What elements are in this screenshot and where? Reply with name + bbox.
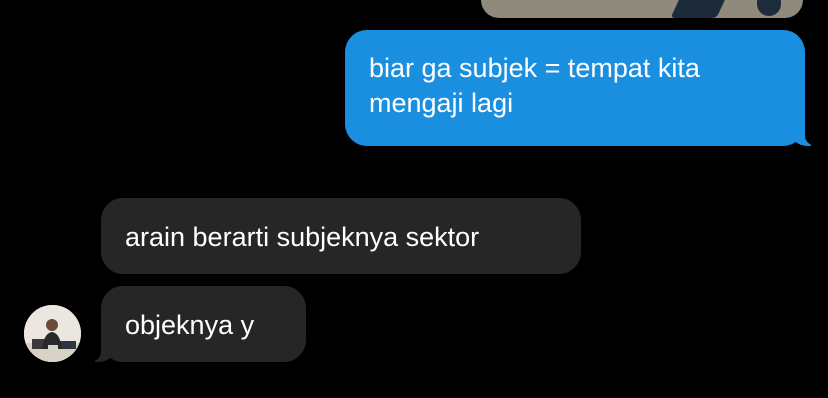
- message-text-line: biar ga subjek = tempat kita: [369, 53, 700, 83]
- incoming-message-bubble[interactable]: objeknya y: [83, 286, 306, 362]
- photo-content: [757, 0, 781, 16]
- photo-message[interactable]: [481, 0, 803, 18]
- sender-avatar[interactable]: [24, 305, 81, 362]
- chat-thread: biar ga subjek = tempat kita mengaji lag…: [0, 0, 828, 398]
- message-text: objeknya y: [125, 310, 255, 340]
- bubble-tail-mask: [805, 124, 823, 146]
- incoming-message-bubble[interactable]: arain berarti subjeknya sektor: [101, 198, 581, 274]
- photo-content: [670, 0, 730, 18]
- message-text: arain berarti subjeknya sektor: [125, 222, 480, 252]
- person-photo-icon: [24, 305, 81, 362]
- message-text-line: mengaji lagi: [369, 88, 514, 118]
- outgoing-message-bubble[interactable]: biar ga subjek = tempat kita mengaji lag…: [345, 30, 823, 146]
